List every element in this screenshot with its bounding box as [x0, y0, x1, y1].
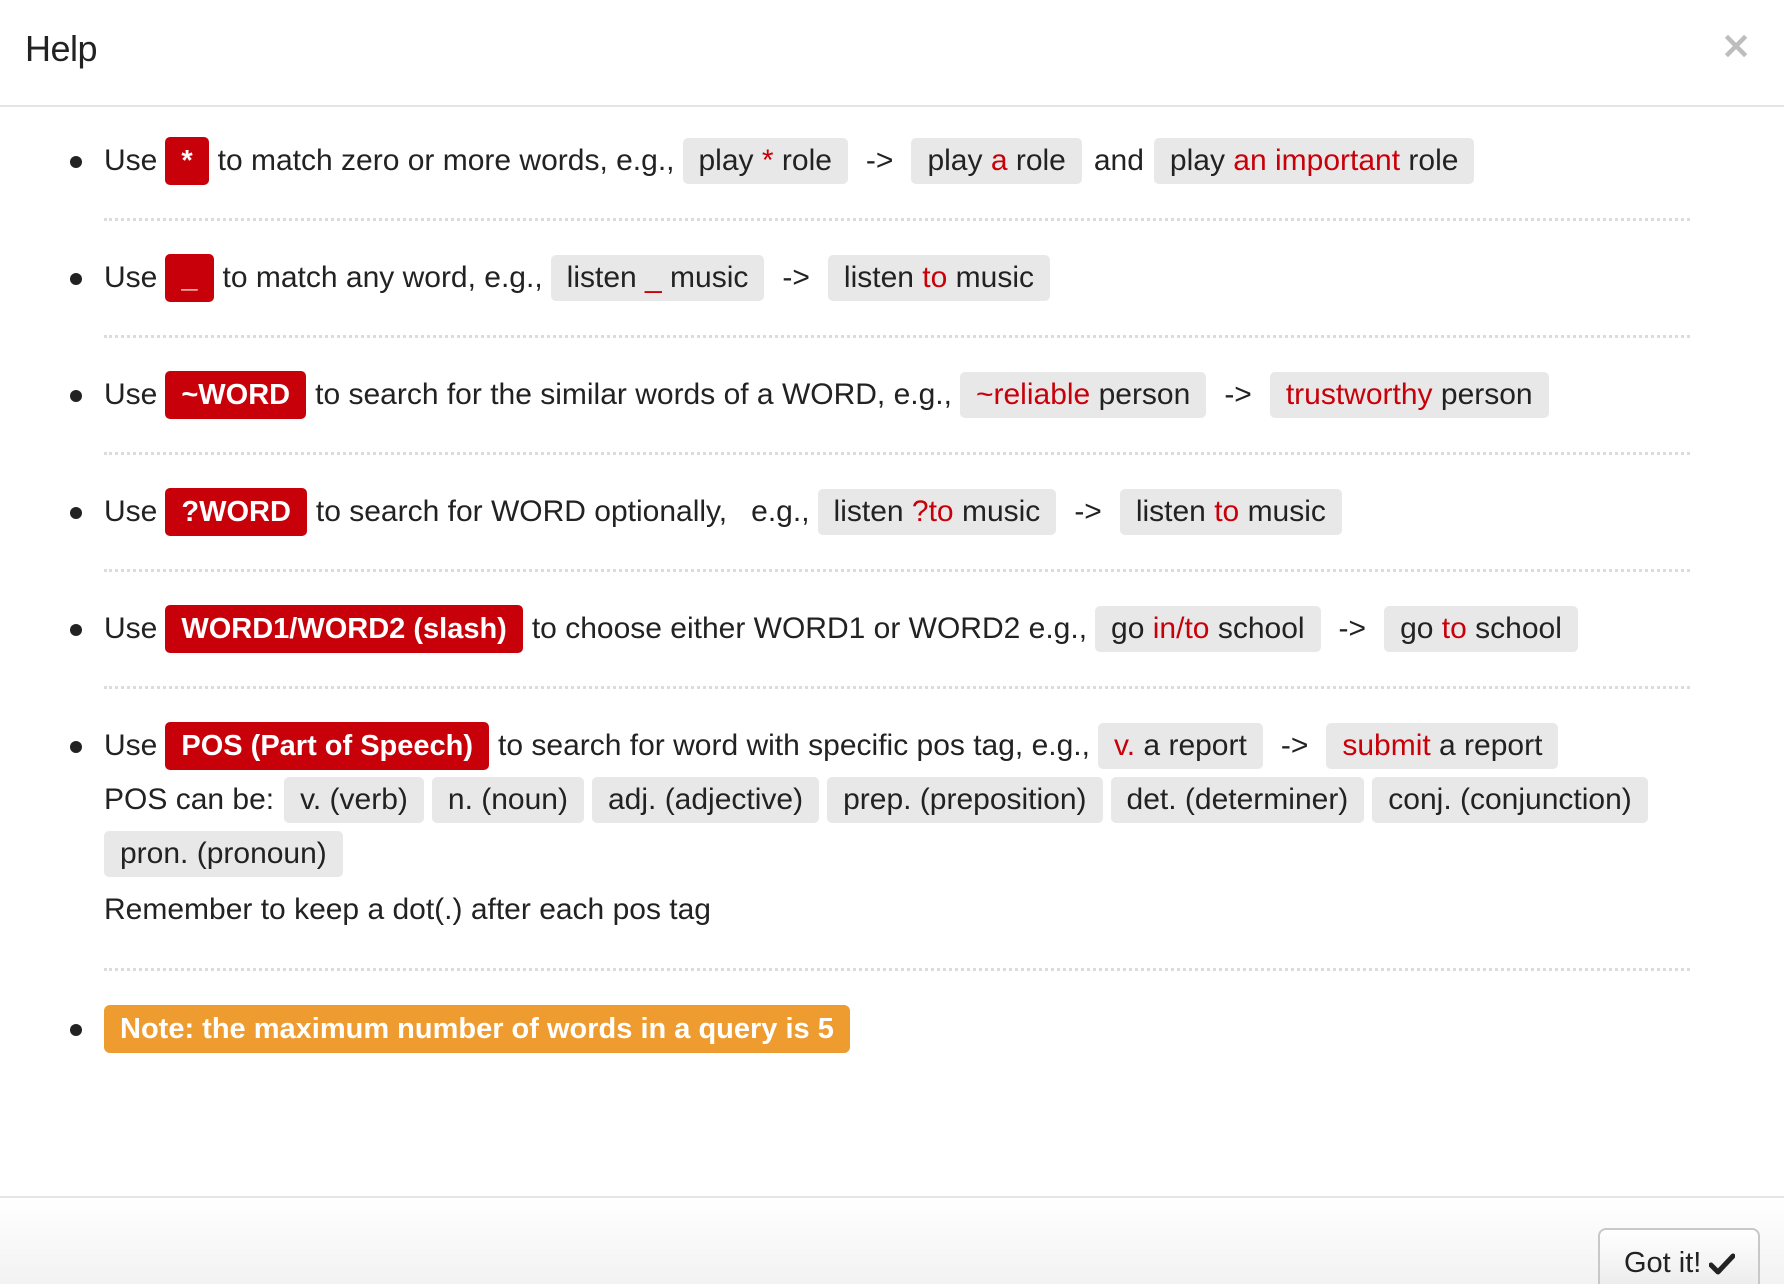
pos-tag-chip: conj. (conjunction) [1372, 777, 1648, 823]
bullet-icon [70, 741, 82, 753]
keyword-badge-slash: WORD1/WORD2 (slash) [165, 605, 523, 653]
pos-tag-chip: prep. (preposition) [827, 777, 1103, 823]
help-modal: Help × Use * to match zero or more words… [0, 0, 1784, 1284]
eg-label: e.g., [751, 495, 810, 528]
dotted-divider [104, 452, 1690, 455]
modal-title: Help [25, 28, 98, 69]
help-item-wildcard-underscore: Use _ to match any word, e.g., listen _ … [70, 254, 1690, 302]
use-label: Use [104, 495, 158, 528]
keyword-badge-optional: ?WORD [165, 488, 307, 536]
help-item-wildcard-star: Use * to match zero or more words, e.g.,… [70, 137, 1690, 185]
example-chip: play * role [682, 138, 848, 184]
checkmark-icon [1708, 1253, 1736, 1275]
modal-body: Use * to match zero or more words, e.g.,… [0, 137, 1784, 1053]
example-result-chip: go to school [1384, 606, 1578, 652]
help-item-pos: Use POS (Part of Speech) to search for w… [70, 722, 1690, 934]
modal-header: Help × [0, 0, 1784, 107]
bullet-icon [70, 1024, 82, 1036]
example-chip: listen _ music [550, 255, 765, 301]
dotted-divider [104, 569, 1690, 572]
pos-tag-chip: det. (determiner) [1110, 777, 1365, 823]
pos-tag-chip: v. (verb) [284, 777, 424, 823]
pos-can-be-label: POS can be: [104, 783, 275, 816]
item-description: to search for the similar words of a WOR… [315, 378, 952, 411]
use-label: Use [104, 378, 158, 411]
item-description: to choose either WORD1 or WORD2 e.g., [531, 612, 1088, 645]
bullet-icon [70, 507, 82, 519]
keyword-badge-underscore: _ [165, 254, 214, 302]
use-label: Use [104, 612, 158, 645]
pos-tag-chip: adj. (adjective) [591, 777, 820, 823]
example-chip: listen ?to music [817, 489, 1057, 535]
help-item-note: Note: the maximum number of words in a q… [70, 1005, 1690, 1053]
keyword-badge-similar: ~WORD [165, 371, 307, 419]
help-item-optional-word: Use ?WORD to search for WORD optionally,… [70, 488, 1690, 536]
help-item-slash-choice: Use WORD1/WORD2 (slash) to choose either… [70, 605, 1690, 653]
bullet-icon [70, 624, 82, 636]
use-label: Use [104, 144, 158, 177]
item-description: to search for WORD optionally, [315, 495, 728, 528]
pos-reminder: Remember to keep a dot(.) after each pos… [104, 893, 711, 926]
example-result-chip: listen to music [827, 255, 1051, 301]
item-description: to match any word, e.g., [222, 261, 543, 294]
example-result-chip: submit a report [1326, 723, 1559, 769]
example-chip: ~reliable person [959, 372, 1207, 418]
dotted-divider [104, 686, 1690, 689]
pos-tag-chip: pron. (pronoun) [104, 831, 343, 877]
help-list: Use * to match zero or more words, e.g.,… [70, 137, 1690, 1053]
and-text: and [1093, 144, 1144, 177]
dotted-divider [104, 335, 1690, 338]
arrow-text: -> [782, 261, 810, 294]
dotted-divider [104, 218, 1690, 221]
keyword-badge-star: * [165, 137, 209, 185]
item-description: to match zero or more words, e.g., [217, 144, 675, 177]
help-item-similar-words: Use ~WORD to search for the similar word… [70, 371, 1690, 419]
max-words-note-badge: Note: the maximum number of words in a q… [104, 1005, 850, 1053]
example-result-chip: play an important role [1153, 138, 1475, 184]
modal-footer: Got it! [0, 1196, 1784, 1284]
arrow-text: -> [865, 144, 894, 177]
keyword-badge-pos: POS (Part of Speech) [165, 722, 490, 770]
example-result-chip: play a role [911, 138, 1082, 184]
close-icon[interactable]: × [1720, 26, 1752, 64]
example-chip: v. a report [1097, 723, 1263, 769]
use-label: Use [104, 261, 158, 294]
arrow-text: -> [1224, 378, 1252, 411]
bullet-icon [70, 390, 82, 402]
arrow-text: -> [1074, 495, 1102, 528]
got-it-label: Got it! [1624, 1247, 1702, 1279]
arrow-text: -> [1338, 612, 1367, 645]
bullet-icon [70, 156, 82, 168]
bullet-icon [70, 273, 82, 285]
item-description: to search for word with specific pos tag… [498, 729, 1090, 762]
arrow-text: -> [1280, 729, 1309, 762]
dotted-divider [104, 968, 1690, 971]
pos-tag-chip: n. (noun) [431, 777, 584, 823]
example-result-chip: trustworthy person [1269, 372, 1549, 418]
example-chip: go in/to school [1095, 606, 1321, 652]
got-it-button[interactable]: Got it! [1598, 1228, 1760, 1284]
example-result-chip: listen to music [1119, 489, 1342, 535]
pos-tag-list: POS can be: v. (verb) n. (noun) adj. (ad… [104, 776, 1690, 884]
use-label: Use [104, 729, 158, 762]
